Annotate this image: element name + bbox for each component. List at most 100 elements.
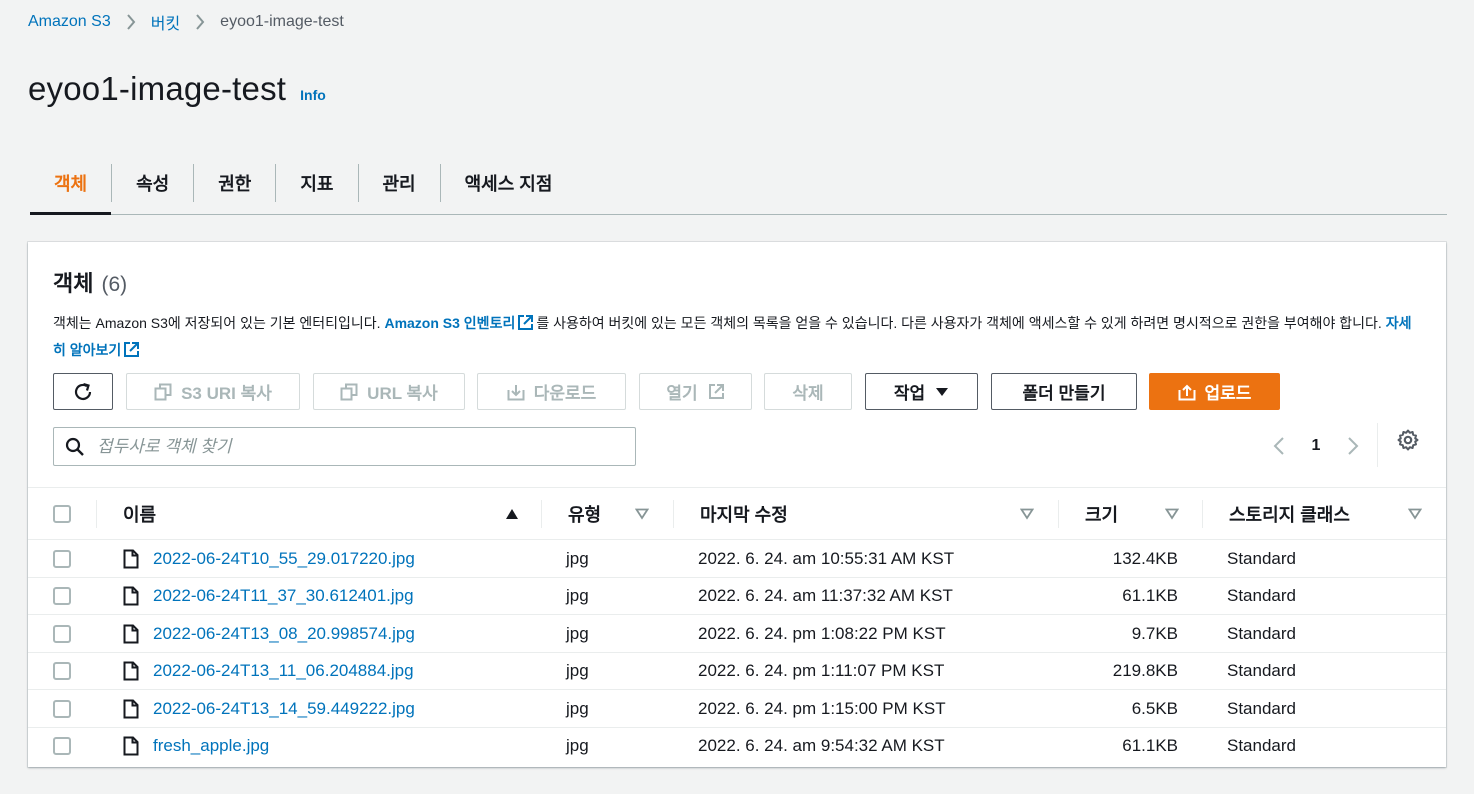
search-input[interactable]: [95, 435, 615, 458]
copy-icon: [154, 383, 172, 401]
breadcrumb: Amazon S3 버킷 eyoo1-image-test: [28, 10, 344, 34]
object-name-link[interactable]: 2022-06-24T11_37_30.612401.jpg: [153, 586, 414, 606]
modified-cell: 2022. 6. 24. am 9:54:32 AM KST: [698, 736, 945, 756]
actions-label: 작업: [893, 384, 926, 403]
storage-class-cell: Standard: [1227, 623, 1296, 643]
tab-permissions[interactable]: 권한: [194, 152, 275, 214]
row-checkbox[interactable]: [53, 549, 71, 568]
chevron-right-icon: [180, 14, 220, 30]
sort-ascending-icon[interactable]: [505, 488, 519, 540]
object-name-link[interactable]: 2022-06-24T10_55_29.017220.jpg: [153, 549, 415, 569]
row-checkbox[interactable]: [53, 737, 71, 756]
download-button[interactable]: 다운로드: [477, 373, 626, 410]
copy-s3-uri-label: S3 URI 복사: [181, 384, 272, 403]
chevron-left-icon: [1273, 437, 1284, 455]
open-button[interactable]: 열기: [639, 373, 752, 410]
objects-panel: 객체 (6) 객체는 Amazon S3에 저장되어 있는 기본 엔터티입니다.…: [28, 242, 1446, 767]
row-select-cell: [53, 615, 71, 652]
column-divider: [541, 500, 542, 528]
delete-label: 삭제: [792, 384, 824, 403]
storage-class-cell: Standard: [1227, 586, 1296, 606]
object-name-link[interactable]: 2022-06-24T13_11_06.204884.jpg: [153, 661, 414, 681]
object-name-link[interactable]: 2022-06-24T13_08_20.998574.jpg: [153, 624, 415, 644]
sort-caret-icon[interactable]: [1165, 488, 1179, 540]
page-header: eyoo1-image-test Info: [28, 70, 326, 108]
refresh-button[interactable]: [53, 373, 113, 410]
copy-s3-uri-button[interactable]: S3 URI 복사: [126, 373, 300, 410]
upload-icon: [1178, 383, 1196, 401]
column-divider: [1058, 500, 1059, 528]
column-header-modified[interactable]: 마지막 수정: [700, 488, 788, 540]
panel-description: 객체는 Amazon S3에 저장되어 있는 기본 엔터티입니다. Amazon…: [53, 311, 1413, 365]
select-all-checkbox[interactable]: [53, 505, 71, 523]
row-checkbox[interactable]: [53, 662, 71, 681]
file-icon: [123, 699, 139, 719]
copy-icon: [340, 383, 358, 401]
name-cell: 2022-06-24T13_08_20.998574.jpg: [123, 615, 415, 652]
size-cell: 132.4KB: [1112, 548, 1178, 568]
breadcrumb-amazon-s3[interactable]: Amazon S3: [28, 13, 111, 31]
tab-metrics[interactable]: 지표: [276, 152, 357, 214]
table-row[interactable]: 2022-06-24T11_37_30.612401.jpg jpg 2022.…: [28, 578, 1446, 616]
row-checkbox[interactable]: [53, 699, 71, 718]
actions-dropdown[interactable]: 작업: [865, 373, 978, 410]
next-page-button[interactable]: [1340, 436, 1366, 456]
inventory-link[interactable]: Amazon S3 인벤토리: [384, 315, 536, 331]
settings-gear-icon[interactable]: [1397, 429, 1419, 451]
row-select-cell: [53, 653, 71, 690]
tab-access-points[interactable]: 액세스 지점: [441, 152, 577, 214]
delete-button[interactable]: 삭제: [764, 373, 852, 410]
create-folder-button[interactable]: 폴더 만들기: [991, 373, 1137, 410]
row-checkbox[interactable]: [53, 587, 71, 606]
storage-class-cell: Standard: [1227, 548, 1296, 568]
tab-objects[interactable]: 객체: [30, 152, 112, 215]
external-link-icon: [708, 383, 725, 400]
row-select-cell: [53, 690, 71, 727]
page-number[interactable]: 1: [1292, 437, 1340, 455]
size-cell: 9.7KB: [1131, 623, 1178, 643]
breadcrumb-buckets[interactable]: 버킷: [151, 10, 180, 34]
modified-cell: 2022. 6. 24. am 10:55:31 AM KST: [698, 548, 955, 568]
external-link-icon: [517, 314, 534, 338]
sort-caret-icon[interactable]: [1020, 488, 1034, 540]
search-box: [53, 427, 636, 466]
file-icon: [123, 736, 139, 756]
column-header-storage-class[interactable]: 스토리지 클래스: [1229, 488, 1350, 540]
object-name-link[interactable]: 2022-06-24T13_14_59.449222.jpg: [153, 699, 415, 719]
table-row[interactable]: 2022-06-24T13_14_59.449222.jpg jpg 2022.…: [28, 690, 1446, 728]
column-header-type[interactable]: 유형: [568, 488, 601, 540]
storage-class-cell: Standard: [1227, 736, 1296, 756]
column-header-size[interactable]: 크기: [1085, 488, 1118, 540]
column-header-name[interactable]: 이름: [123, 488, 156, 540]
upload-button[interactable]: 업로드: [1149, 373, 1280, 410]
object-name-link[interactable]: fresh_apple.jpg: [153, 736, 269, 756]
chevron-right-icon: [1348, 437, 1359, 455]
size-cell: 219.8KB: [1112, 661, 1178, 681]
copy-url-button[interactable]: URL 복사: [313, 373, 465, 410]
table-row[interactable]: 2022-06-24T13_08_20.998574.jpg jpg 2022.…: [28, 615, 1446, 653]
object-count: (6): [101, 273, 128, 296]
name-cell: 2022-06-24T10_55_29.017220.jpg: [123, 540, 415, 577]
row-checkbox[interactable]: [53, 624, 71, 643]
tab-bar: 객체 속성 권한 지표 관리 액세스 지점: [30, 152, 1447, 215]
size-cell: 61.1KB: [1122, 736, 1178, 756]
row-select-cell: [53, 728, 71, 765]
info-link[interactable]: Info: [300, 87, 326, 103]
sort-caret-icon[interactable]: [635, 488, 649, 540]
modified-cell: 2022. 6. 24. pm 1:11:07 PM KST: [698, 661, 945, 681]
chevron-right-icon: [111, 14, 151, 30]
size-cell: 61.1KB: [1122, 586, 1178, 606]
desc-text-2: 를 사용하여 버킷에 있는 모든 객체의 목록을 얻을 수 있습니다. 다른 사…: [536, 315, 1386, 331]
open-label: 열기: [666, 384, 698, 403]
tab-properties[interactable]: 속성: [112, 152, 193, 214]
previous-page-button[interactable]: [1266, 436, 1292, 456]
sort-caret-icon[interactable]: [1408, 488, 1422, 540]
storage-class-cell: Standard: [1227, 698, 1296, 718]
type-cell: jpg: [566, 548, 589, 568]
tab-management[interactable]: 관리: [359, 152, 440, 214]
panel-title: 객체 (6): [53, 266, 1413, 298]
table-row[interactable]: fresh_apple.jpg jpg 2022. 6. 24. am 9:54…: [28, 728, 1446, 766]
table-row[interactable]: 2022-06-24T13_11_06.204884.jpg jpg 2022.…: [28, 653, 1446, 691]
table-row[interactable]: 2022-06-24T10_55_29.017220.jpg jpg 2022.…: [28, 540, 1446, 578]
objects-table: 이름 유형 마지막 수정 크기 스토리지 클래스 2022-06-24T10_5…: [28, 487, 1446, 766]
